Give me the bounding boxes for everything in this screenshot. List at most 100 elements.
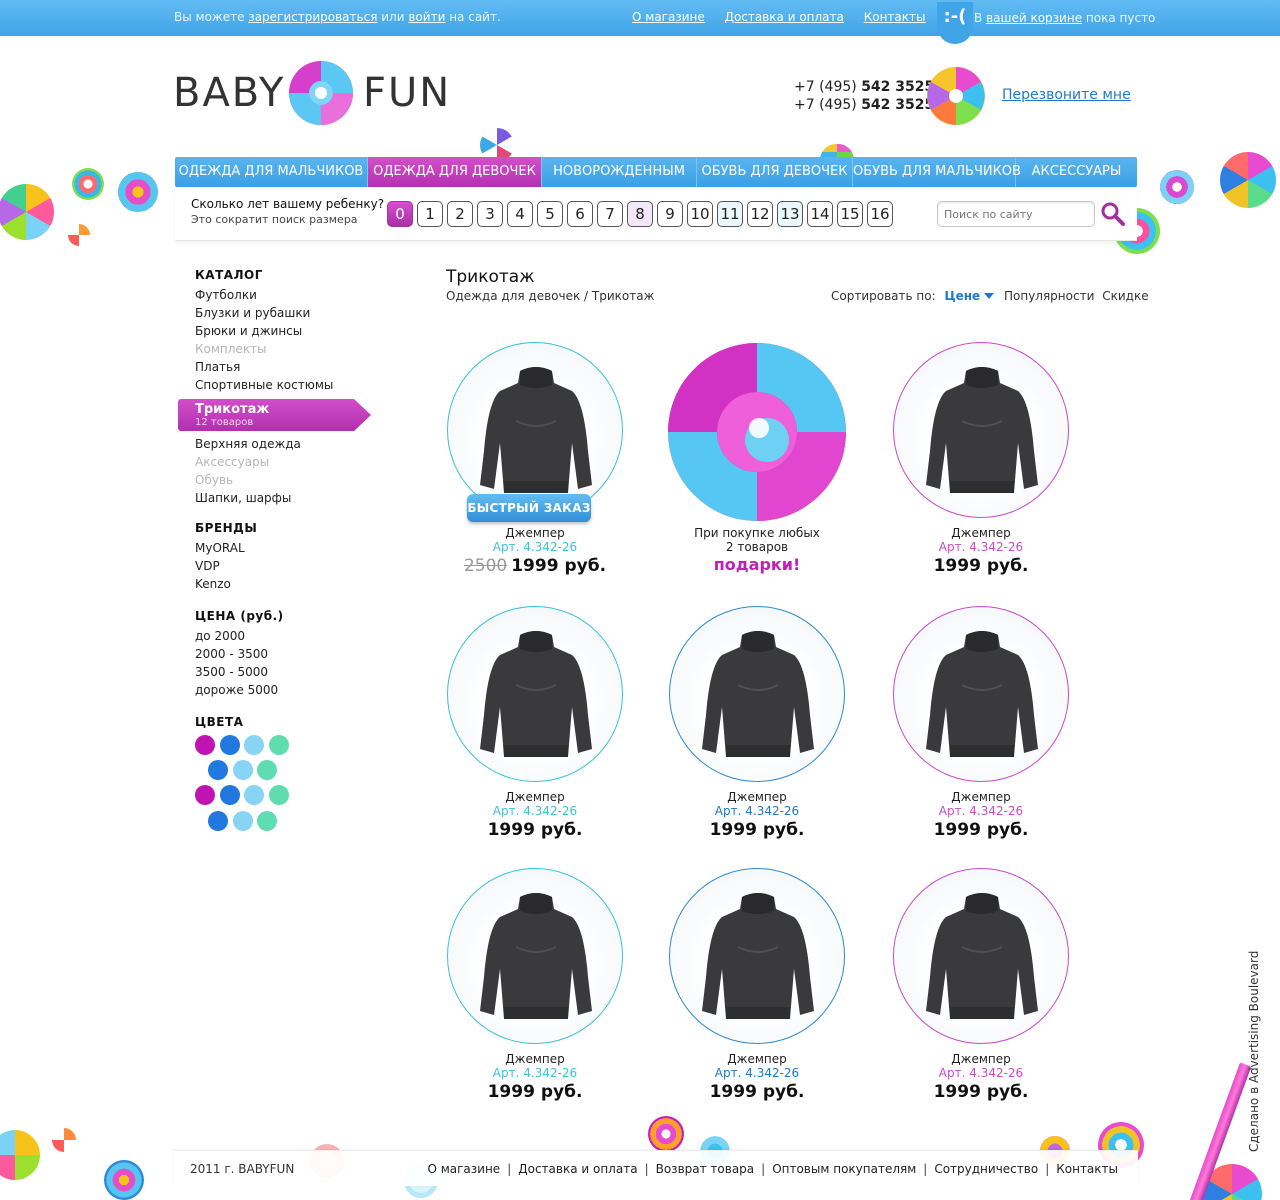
color-swatch-mint[interactable]	[269, 785, 289, 805]
price-range-3[interactable]: 3500 - 5000	[195, 663, 395, 681]
callback-link[interactable]: Перезвоните мне	[1002, 87, 1131, 103]
price-range-4[interactable]: дороже 5000	[195, 681, 395, 699]
age-button-13[interactable]: 13	[777, 201, 803, 227]
color-swatch-blue[interactable]	[220, 735, 240, 755]
product-card[interactable]: Джемпер Арт. 4.342-26 1999 руб.	[657, 868, 857, 1118]
menu-girls-clothes[interactable]: ОДЕЖДА ДЛЯ ДЕВОЧЕК	[368, 157, 542, 187]
catalog-item-sportswear[interactable]: Спортивные костюмы	[195, 376, 395, 394]
menu-boys-clothes[interactable]: ОДЕЖДА ДЛЯ МАЛЬЧИКОВ	[175, 157, 368, 187]
color-swatch-magenta[interactable]	[195, 735, 215, 755]
product-name[interactable]: Джемпер	[435, 1052, 635, 1066]
product-image[interactable]	[447, 342, 623, 518]
cart-link[interactable]: вашей корзине	[986, 11, 1082, 25]
menu-accessories[interactable]: АКСЕССУАРЫ	[1016, 157, 1137, 187]
age-button-9[interactable]: 9	[657, 201, 683, 227]
catalog-item-knitwear-active[interactable]: Трикотаж 12 товаров	[178, 399, 371, 431]
catalog-item-outerwear[interactable]: Верхняя одежда	[195, 435, 395, 453]
age-button-2[interactable]: 2	[447, 201, 473, 227]
color-swatch-blue[interactable]	[220, 785, 240, 805]
product-name[interactable]: Джемпер	[435, 790, 635, 804]
footer-link-returns[interactable]: Возврат товара	[656, 1162, 755, 1176]
color-swatch-magenta[interactable]	[195, 785, 215, 805]
product-card[interactable]: Джемпер Арт. 4.342-26 1999 руб.	[881, 606, 1081, 856]
product-card[interactable]: Джемпер Арт. 4.342-26 1999 руб.	[435, 868, 635, 1118]
age-button-3[interactable]: 3	[477, 201, 503, 227]
login-link[interactable]: войти	[408, 10, 445, 24]
age-button-11[interactable]: 11	[717, 201, 743, 227]
footer-separator: |	[644, 1162, 649, 1176]
product-name[interactable]: Джемпер	[657, 790, 857, 804]
age-button-12[interactable]: 12	[747, 201, 773, 227]
color-swatch-mint[interactable]	[269, 735, 289, 755]
product-card[interactable]: Джемпер Арт. 4.342-26 1999 руб.	[435, 606, 635, 856]
product-card[interactable]: Джемпер Арт. 4.342-26 1999 руб.	[881, 868, 1081, 1118]
footer-link-partnership[interactable]: Сотрудничество	[934, 1162, 1038, 1176]
search-input[interactable]	[937, 201, 1095, 227]
color-swatch-light-blue[interactable]	[233, 811, 253, 831]
color-swatch-light-blue[interactable]	[233, 760, 253, 780]
product-image[interactable]	[893, 342, 1069, 518]
age-button-15[interactable]: 15	[837, 201, 863, 227]
menu-boys-shoes[interactable]: ОБУВЬ ДЛЯ МАЛЬЧИКОВ	[853, 157, 1021, 187]
product-image[interactable]	[893, 868, 1069, 1044]
product-name[interactable]: Джемпер	[881, 1052, 1081, 1066]
product-name[interactable]: Джемпер	[881, 526, 1081, 540]
color-swatch-blue[interactable]	[208, 760, 228, 780]
catalog-item-trousers[interactable]: Брюки и джинсы	[195, 322, 395, 340]
age-button-6[interactable]: 6	[567, 201, 593, 227]
brand-kenzo[interactable]: Kenzo	[195, 575, 395, 593]
menu-newborns[interactable]: НОВОРОЖДЕННЫМ	[542, 157, 697, 187]
top-nav-delivery[interactable]: Доставка и оплата	[725, 10, 844, 24]
product-image[interactable]	[669, 606, 845, 782]
color-swatch-mint[interactable]	[257, 811, 277, 831]
top-nav-about[interactable]: О магазине	[632, 10, 705, 24]
age-button-1[interactable]: 1	[417, 201, 443, 227]
color-swatch-light-blue[interactable]	[244, 735, 264, 755]
menu-girls-shoes[interactable]: ОБУВЬ ДЛЯ ДЕВОЧЕК	[697, 157, 853, 187]
site-logo[interactable]: BABY FUN	[173, 60, 463, 130]
product-name[interactable]: Джемпер	[435, 526, 635, 540]
search-icon[interactable]	[1100, 201, 1126, 227]
brand-myoral[interactable]: MyORAL	[195, 539, 395, 557]
quick-order-button[interactable]: БЫСТРЫЙ ЗАКАЗ	[467, 494, 591, 522]
footer-link-delivery[interactable]: Доставка и оплата	[518, 1162, 637, 1176]
age-button-0[interactable]: 0	[387, 201, 413, 227]
sort-by-discount[interactable]: Скидке	[1102, 289, 1148, 303]
age-button-7[interactable]: 7	[597, 201, 623, 227]
age-button-4[interactable]: 4	[507, 201, 533, 227]
color-swatch-mint[interactable]	[257, 760, 277, 780]
product-name[interactable]: Джемпер	[657, 1052, 857, 1066]
catalog-item-blouses[interactable]: Блузки и рубашки	[195, 304, 395, 322]
product-card[interactable]: Джемпер Арт. 4.342-26 1999 руб.	[657, 606, 857, 856]
register-link[interactable]: зарегистрироваться	[248, 10, 377, 24]
top-nav-contacts[interactable]: Контакты	[864, 10, 926, 24]
footer-link-about[interactable]: О магазине	[427, 1162, 500, 1176]
color-swatch-blue[interactable]	[208, 811, 228, 831]
price-range-2[interactable]: 2000 - 3500	[195, 645, 395, 663]
product-image[interactable]	[669, 868, 845, 1044]
color-swatch-light-blue[interactable]	[244, 785, 264, 805]
age-button-8[interactable]: 8	[627, 201, 653, 227]
catalog-item-hats[interactable]: Шапки, шарфы	[195, 489, 395, 507]
footer-link-wholesale[interactable]: Оптовым покупателям	[772, 1162, 916, 1176]
age-button-14[interactable]: 14	[807, 201, 833, 227]
product-current-price: 1999 руб.	[511, 556, 607, 576]
catalog-item-tshirts[interactable]: Футболки	[195, 286, 395, 304]
promo-card[interactable]: При покупке любых 2 товаров подарки!	[657, 342, 857, 592]
product-image[interactable]	[447, 606, 623, 782]
product-name[interactable]: Джемпер	[881, 790, 1081, 804]
product-image[interactable]	[447, 868, 623, 1044]
age-button-5[interactable]: 5	[537, 201, 563, 227]
brand-vdp[interactable]: VDP	[195, 557, 395, 575]
product-card[interactable]: Джемпер Арт. 4.342-26 1999 руб.	[881, 342, 1081, 592]
sort-by-price[interactable]: Цене	[944, 289, 980, 303]
sort-by-popularity[interactable]: Популярности	[1004, 289, 1094, 303]
age-button-16[interactable]: 16	[867, 201, 893, 227]
price-range-1[interactable]: до 2000	[195, 627, 395, 645]
age-button-10[interactable]: 10	[687, 201, 713, 227]
product-image[interactable]	[893, 606, 1069, 782]
made-by-credit[interactable]: Сделано в Advertising Boulevard	[1247, 951, 1261, 1152]
footer-link-contacts[interactable]: Контакты	[1056, 1162, 1118, 1176]
catalog-item-dresses[interactable]: Платья	[195, 358, 395, 376]
product-card[interactable]: БЫСТРЫЙ ЗАКАЗ Джемпер Арт. 4.342-26 2500…	[435, 342, 635, 592]
